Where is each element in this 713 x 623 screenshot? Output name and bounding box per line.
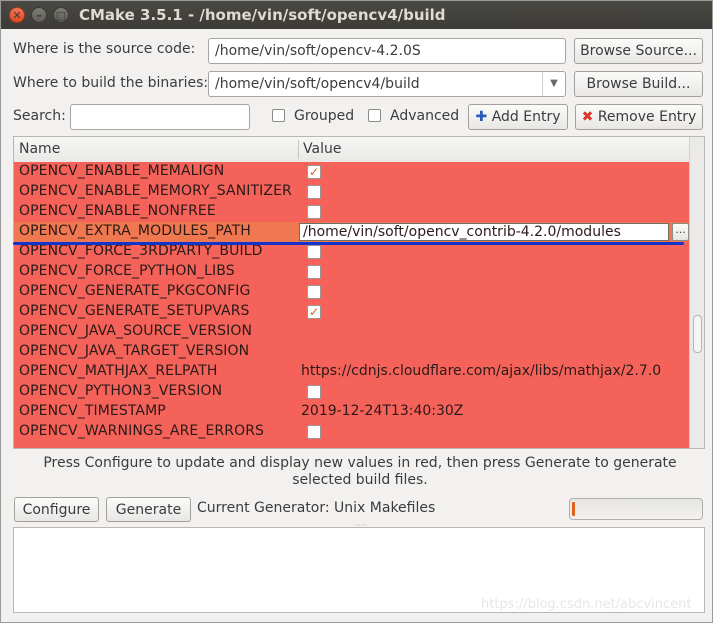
column-header-name[interactable]: Name [19,141,60,157]
row-name: OPENCV_FORCE_PYTHON_LIBS [19,263,235,279]
add-entry-label: Add Entry [491,109,561,125]
title-bar[interactable]: ✕ – □ CMake 3.5.1 - /home/vin/soft/openc… [1,1,712,29]
cache-table: Name Value OPENCV_ENABLE_MEMALIGN ✓ OPENCV… [13,136,705,449]
row-value-checkbox[interactable] [307,425,321,439]
table-row[interactable]: OPENCV_ENABLE_MEMALIGN ✓ [14,162,690,182]
row-name: OPENCV_JAVA_SOURCE_VERSION [19,323,253,339]
row-name: OPENCV_WARNINGS_ARE_ERRORS [19,423,265,439]
column-header-value[interactable]: Value [303,141,341,157]
table-row[interactable]: OPENCV_PYTHON3_VERSION [14,382,690,402]
table-row[interactable]: OPENCV_JAVA_TARGET_VERSION [14,342,690,362]
row-name: OPENCV_MATHJAX_RELPATH [19,363,218,379]
add-entry-button[interactable]: ✚ Add Entry [468,104,568,130]
cmake-window: ✕ – □ CMake 3.5.1 - /home/vin/soft/openc… [0,0,713,623]
table-row[interactable]: OPENCV_EXTRA_MODULES_PATH/home/vin/soft/… [14,222,690,242]
row-name: OPENCV_JAVA_TARGET_VERSION [19,343,250,359]
grouped-checkbox[interactable] [272,109,285,122]
generate-label: Generate [115,502,182,518]
row-value-checkbox[interactable] [307,185,321,199]
row-value-checkbox[interactable]: ✓ [307,165,321,179]
configure-button[interactable]: Configure [14,497,99,522]
row-value-text[interactable]: 2019-12-24T13:40:30Z [301,403,463,419]
table-row[interactable]: OPENCV_FORCE_3RDPARTY_BUILD [14,242,690,262]
advanced-checkbox[interactable] [368,109,381,122]
close-icon: ✕ [12,9,22,22]
progress-fill [572,502,575,516]
browse-build-label: Browse Build... [586,76,691,92]
source-label: Where is the source code: [13,41,196,57]
help-text: Press Configure to update and display ne… [43,455,677,488]
row-value-checkbox[interactable] [307,245,321,259]
minimize-icon: – [36,9,42,22]
row-name: OPENCV_GENERATE_PKGCONFIG [19,283,251,299]
progress-bar [569,498,703,520]
minimize-window-button[interactable]: – [31,7,47,23]
checkmark-icon: ✓ [308,305,320,319]
table-row[interactable]: OPENCV_ENABLE_NONFREE [14,202,690,222]
browse-build-button[interactable]: Browse Build... [574,71,703,97]
browse-path-button[interactable]: ... [672,223,689,241]
configure-label: Configure [22,502,91,518]
close-window-button[interactable]: ✕ [9,7,25,23]
row-value-checkbox[interactable] [307,285,321,299]
table-body: OPENCV_ENABLE_MEMALIGN ✓ OPENCV_ENABLE_MEM… [14,162,690,448]
table-row[interactable]: OPENCV_TIMESTAMP 2019-12-24T13:40:30Z [14,402,690,422]
row-name: OPENCV_ENABLE_NONFREE [19,203,216,219]
row-value-editor[interactable]: /home/vin/soft/opencv_contrib-4.2.0/modu… [299,223,669,241]
maximize-icon: □ [55,9,67,22]
build-path-combo[interactable]: /home/vin/soft/opencv4/build ▼ [208,71,566,97]
remove-icon: ✖ [581,109,594,125]
row-name: OPENCV_TIMESTAMP [19,403,166,419]
row-value-checkbox[interactable] [307,205,321,219]
row-value-checkbox[interactable] [307,265,321,279]
row-name: OPENCV_EXTRA_MODULES_PATH [19,223,251,239]
row-name: OPENCV_GENERATE_SETUPVARS [19,303,250,319]
grouped-label: Grouped [294,108,355,124]
scrollbar-thumb[interactable] [693,315,702,353]
row-value-text[interactable]: https://cdnjs.cloudflare.com/ajax/libs/m… [301,363,661,379]
table-row[interactable]: OPENCV_GENERATE_PKGCONFIG [14,282,690,302]
table-row[interactable]: OPENCV_JAVA_SOURCE_VERSION [14,322,690,342]
table-row[interactable]: OPENCV_MATHJAX_RELPATH https://cdnjs.clou… [14,362,690,382]
table-header: Name Value [14,137,690,163]
browse-source-label: Browse Source... [580,43,697,59]
chevron-down-icon[interactable]: ▼ [542,72,565,96]
current-generator-text: Current Generator: Unix Makefiles [197,500,436,516]
table-row[interactable]: OPENCV_WARNINGS_ARE_ERRORS [14,422,690,442]
window-title: CMake 3.5.1 - /home/vin/soft/opencv4/bui… [79,6,446,24]
table-row[interactable]: OPENCV_GENERATE_SETUPVARS ✓ [14,302,690,322]
vertical-scrollbar[interactable] [689,137,704,448]
column-divider[interactable] [298,140,299,159]
table-row[interactable]: OPENCV_FORCE_PYTHON_LIBS [14,262,690,282]
search-label: Search: [13,108,66,124]
build-label: Where to build the binaries: [13,75,209,91]
row-value-checkbox[interactable]: ✓ [307,305,321,319]
table-row[interactable]: OPENCV_ENABLE_MEMORY_SANITIZER [14,182,690,202]
search-input[interactable] [70,104,250,130]
advanced-label: Advanced [390,108,460,124]
row-name: OPENCV_ENABLE_MEMALIGN [19,163,225,179]
watermark: https://blog.csdn.net/abcvincent [481,597,692,612]
row-name: OPENCV_PYTHON3_VERSION [19,383,223,399]
annotation-underline [13,242,684,245]
maximize-window-button[interactable]: □ [53,7,69,23]
plus-icon: ✚ [475,109,488,125]
row-name: OPENCV_ENABLE_MEMORY_SANITIZER [19,183,292,199]
row-name: OPENCV_FORCE_3RDPARTY_BUILD [19,243,263,259]
build-path-value: /home/vin/soft/opencv4/build [215,76,420,92]
source-path-input[interactable]: /home/vin/soft/opencv-4.2.0S [208,38,566,64]
generate-button[interactable]: Generate [106,497,191,522]
browse-source-button[interactable]: Browse Source... [574,38,703,64]
remove-entry-button[interactable]: ✖ Remove Entry [575,104,703,130]
checkmark-icon: ✓ [308,165,320,179]
row-value-checkbox[interactable] [307,385,321,399]
remove-entry-label: Remove Entry [597,109,697,125]
